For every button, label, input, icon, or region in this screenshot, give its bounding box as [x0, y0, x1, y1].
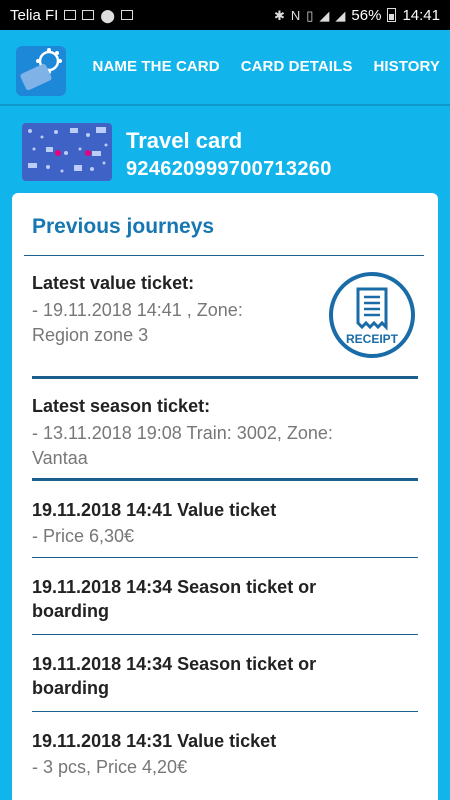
signal-icon: ◢ — [319, 7, 330, 23]
divider — [24, 255, 424, 256]
nfc-icon: N — [290, 7, 301, 23]
panel-title: Previous journeys — [32, 215, 215, 238]
travel-card-logo-icon[interactable] — [16, 46, 66, 96]
app-bar: NAME THE CARD CARD DETAILS HISTORY — [0, 30, 450, 106]
history-row[interactable]: 19.11.2018 14:34 Season ticket or boardi… — [32, 575, 418, 623]
history-row-detail: - Price 6,30€ — [32, 526, 135, 546]
bluetooth-icon: ✱ — [273, 7, 285, 23]
sim-icon — [64, 10, 77, 20]
vibrate-icon: ▯ — [306, 7, 314, 23]
divider — [32, 711, 418, 712]
card-image — [22, 123, 112, 181]
battery-icon — [387, 8, 397, 22]
carrier-label: Telia FI — [10, 6, 59, 24]
latest-season-ticket: Latest season ticket: - 13.11.2018 19:08… — [32, 396, 333, 471]
season-ticket-line1: - 13.11.2018 19:08 Train: 3002, Zone: — [32, 423, 333, 443]
history-row[interactable]: 19.11.2018 14:41 Value ticket - Price 6,… — [32, 498, 418, 548]
history-row-title-cont: boarding — [32, 601, 109, 621]
history-row-title: 19.11.2018 14:41 Value ticket — [32, 500, 277, 520]
signal-icon-2: ◢ — [335, 7, 346, 23]
season-ticket-label: Latest season ticket: — [32, 396, 211, 416]
history-row-title-cont: boarding — [32, 678, 109, 698]
journeys-panel: Previous journeys Latest value ticket: -… — [12, 193, 438, 800]
receipt-icon[interactable]: RECEIPT — [328, 271, 416, 359]
value-ticket-line2: Region zone 3 — [32, 325, 149, 345]
history-row-title: 19.11.2018 14:31 Value ticket — [32, 731, 277, 751]
season-ticket-line2: Vantaa — [32, 448, 88, 468]
top-tabs: NAME THE CARD CARD DETAILS HISTORY — [93, 58, 440, 75]
value-ticket-label: Latest value ticket: — [32, 273, 195, 293]
tab-card-details[interactable]: CARD DETAILS — [241, 58, 353, 75]
history-row-title: 19.11.2018 14:34 Season ticket or — [32, 577, 317, 597]
mail-icon-2 — [120, 10, 133, 20]
card-number: 924620999700713260 — [126, 158, 332, 180]
clock: 14:41 — [402, 6, 440, 24]
tab-name-the-card[interactable]: NAME THE CARD — [93, 58, 220, 75]
history-row[interactable]: 19.11.2018 14:31 Value ticket - 3 pcs, P… — [32, 729, 418, 779]
history-row-title: 19.11.2018 14:34 Season ticket or — [32, 654, 317, 674]
divider — [32, 478, 418, 481]
history-row-detail: - 3 pcs, Price 4,20€ — [32, 757, 188, 777]
card-title: Travel card — [126, 128, 243, 153]
divider — [32, 376, 418, 379]
location-icon: ⬤ — [100, 7, 115, 23]
latest-value-ticket: Latest value ticket: - 19.11.2018 14:41 … — [32, 273, 243, 348]
battery-percent: 56% — [351, 6, 382, 24]
receipt-label: RECEIPT — [346, 332, 399, 346]
value-ticket-line1: - 19.11.2018 14:41 , Zone: — [32, 300, 243, 320]
mail-icon — [82, 10, 95, 20]
divider — [32, 557, 418, 558]
tab-history[interactable]: HISTORY — [373, 58, 440, 75]
history-row[interactable]: 19.11.2018 14:34 Season ticket or boardi… — [32, 652, 418, 700]
status-bar: Telia FI ⬤ ✱ N ▯ ◢ ◢ 56% 14:41 — [0, 0, 450, 30]
divider — [32, 634, 418, 635]
